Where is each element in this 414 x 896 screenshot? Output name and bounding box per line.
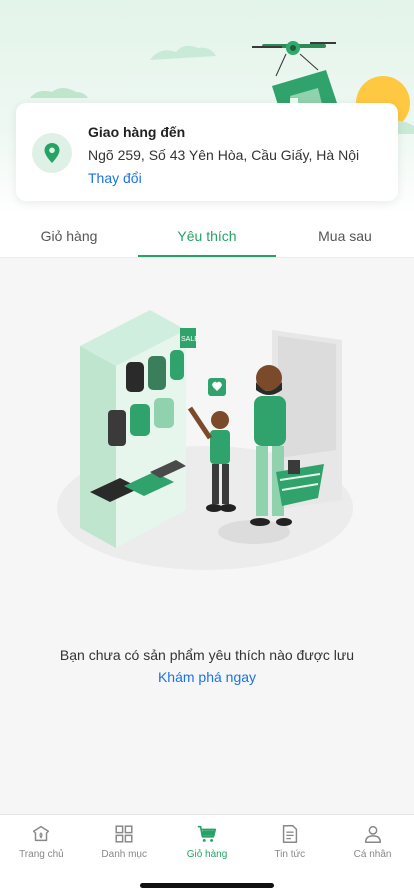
empty-favorites-message: Bạn chưa có sản phẩm yêu thích nào được … [59, 647, 355, 663]
location-pin-icon [32, 133, 72, 173]
nav-home-label: Trang chủ [19, 849, 64, 860]
nav-home[interactable]: Trang chủ [0, 815, 83, 873]
cart-tabs: Giỏ hàng Yêu thích Mua sau [0, 215, 414, 258]
empty-favorites-illustration: SALE [57, 310, 353, 570]
nav-profile[interactable]: Cá nhân [331, 815, 414, 873]
explore-now-link[interactable]: Khám phá ngay [0, 669, 414, 685]
nav-categories-label: Danh mục [101, 849, 147, 860]
cart-icon [197, 825, 217, 842]
tabs-divider [0, 257, 414, 258]
nav-categories[interactable]: Danh mục [83, 815, 166, 873]
nav-cart-label: Giỏ hàng [186, 849, 228, 860]
nav-news-label: Tin tức [274, 849, 306, 860]
tab-buy-later[interactable]: Mua sau [276, 215, 414, 258]
nav-profile-label: Cá nhân [353, 849, 392, 860]
home-indicator [140, 883, 274, 888]
tab-cart[interactable]: Giỏ hàng [0, 215, 138, 258]
change-address-link[interactable]: Thay đổi [88, 170, 142, 186]
delivery-address-card: Giao hàng đến Ngõ 259, Số 43 Yên Hòa, Cầ… [16, 103, 398, 201]
bottom-navigation: Trang chủ Danh mục Giỏ hàng Tin tức Cá n… [0, 814, 414, 896]
delivery-address-text: Ngõ 259, Số 43 Yên Hòa, Cầu Giấy, Hà Nội [88, 147, 360, 163]
news-icon [282, 825, 297, 843]
grid-icon [115, 825, 133, 843]
home-icon [33, 825, 50, 842]
nav-news[interactable]: Tin tức [248, 815, 331, 873]
user-icon [364, 825, 381, 843]
delivery-address-title: Giao hàng đến [88, 124, 186, 140]
sale-tag: SALE [181, 336, 199, 343]
nav-cart[interactable]: Giỏ hàng [166, 815, 249, 873]
tab-favorites[interactable]: Yêu thích [138, 215, 276, 258]
